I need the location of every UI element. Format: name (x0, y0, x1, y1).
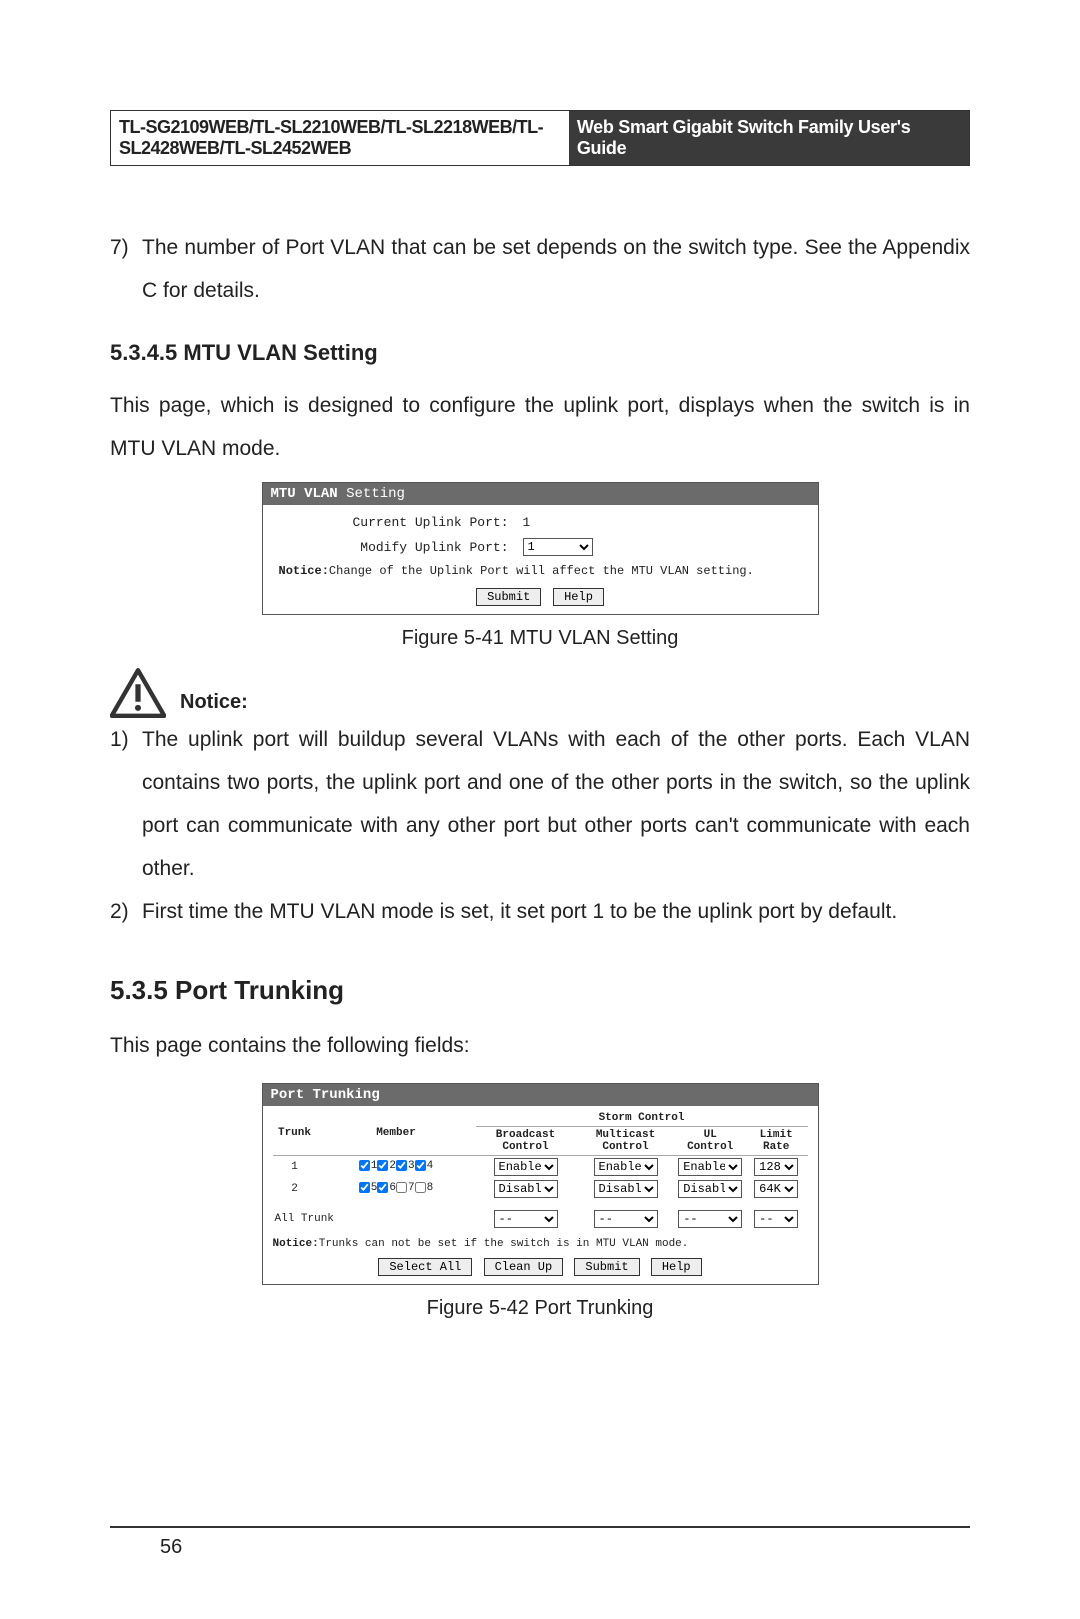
mtu-submit-button[interactable]: Submit (476, 588, 541, 606)
member-port-checkbox[interactable] (396, 1160, 407, 1171)
mtu-title-rest: Setting (338, 486, 405, 502)
trunk-id: 2 (273, 1178, 317, 1200)
mtu-vlan-widget-title: MTU VLAN Setting (263, 483, 818, 505)
trunk-inner-notice: Notice:Trunks can not be set if the swit… (273, 1238, 808, 1250)
member-port-checkbox[interactable] (396, 1182, 407, 1193)
section-heading-mtu-vlan: 5.3.4.5 MTU VLAN Setting (110, 340, 970, 366)
trunk-inner-notice-text: Trunks can not be set if the switch is i… (319, 1238, 689, 1250)
clean-up-button[interactable]: Clean Up (484, 1258, 564, 1276)
col-storm-control: Storm Control (476, 1110, 808, 1127)
header-guide-title: Web Smart Gigabit Switch Family User's G… (569, 111, 969, 165)
member-port-label: 5 (371, 1182, 378, 1194)
list-item: 1)The uplink port will buildup several V… (110, 718, 970, 890)
member-port-label: 1 (371, 1160, 378, 1172)
mtu-vlan-widget: MTU VLAN Setting Current Uplink Port: 1 … (262, 482, 819, 615)
mtu-inner-notice-bold: Notice: (279, 564, 329, 578)
broadcast-select[interactable]: Enable (494, 1158, 558, 1176)
col-trunk: Trunk (273, 1110, 317, 1156)
help-button[interactable]: Help (651, 1258, 702, 1276)
member-port-checkbox[interactable] (377, 1160, 388, 1171)
member-port-label: 7 (408, 1182, 415, 1194)
col-ul: UL Control (676, 1127, 745, 1156)
table-row: 2 5 6 7 8 Disable Disable Disable 64K (273, 1178, 808, 1200)
section-heading-port-trunking: 5.3.5 Port Trunking (110, 975, 970, 1006)
multicast-select[interactable]: Enable (594, 1158, 658, 1176)
member-cell: 1 2 3 4 (317, 1156, 476, 1179)
trunk-title-bold: Port Trunking (271, 1087, 380, 1103)
figure-caption-mtu: Figure 5-41 MTU VLAN Setting (110, 627, 970, 650)
mtu-inner-notice: Notice:Change of the Uplink Port will af… (279, 564, 802, 578)
limit-select[interactable]: 128K (754, 1158, 798, 1176)
all-trunk-ul-select[interactable]: -- (678, 1210, 742, 1228)
section-paragraph: This page contains the following fields: (110, 1024, 970, 1067)
all-trunk-label: All Trunk (273, 1200, 476, 1230)
member-port-label: 2 (389, 1160, 396, 1172)
member-port-checkbox[interactable] (359, 1182, 370, 1193)
member-port-checkbox[interactable] (415, 1182, 426, 1193)
page-number: 56 (110, 1526, 970, 1559)
page-header: TL-SG2109WEB/TL-SL2210WEB/TL-SL2218WEB/T… (110, 110, 970, 166)
warning-icon (110, 668, 166, 718)
member-port-checkbox[interactable] (377, 1182, 388, 1193)
mtu-title-bold: MTU VLAN (271, 486, 338, 502)
list-item-number: 7) (110, 226, 142, 312)
current-uplink-label: Current Uplink Port: (279, 515, 523, 530)
col-member: Member (317, 1110, 476, 1156)
member-port-label: 6 (389, 1182, 396, 1194)
list-item-number: 1) (110, 718, 142, 890)
port-trunking-widget-title: Port Trunking (263, 1084, 818, 1106)
trunk-inner-notice-bold: Notice: (273, 1238, 319, 1250)
ul-select[interactable]: Enable (678, 1158, 742, 1176)
mtu-inner-notice-text: Change of the Uplink Port will affect th… (329, 564, 754, 578)
col-broadcast: Broadcast Control (476, 1127, 576, 1156)
list-item-number: 2) (110, 890, 142, 933)
figure-caption-trunk: Figure 5-42 Port Trunking (110, 1297, 970, 1320)
table-row: 1 1 2 3 4 Enable Enable Enable 128K (273, 1156, 808, 1179)
list-item-text: The uplink port will buildup several VLA… (142, 718, 970, 890)
ul-select[interactable]: Disable (678, 1180, 742, 1198)
select-all-button[interactable]: Select All (378, 1258, 472, 1276)
member-port-label: 4 (427, 1160, 434, 1172)
modify-uplink-select[interactable]: 1 (523, 538, 593, 556)
limit-select[interactable]: 64K (754, 1180, 798, 1198)
list-item: 2)First time the MTU VLAN mode is set, i… (110, 890, 970, 933)
multicast-select[interactable]: Disable (594, 1180, 658, 1198)
col-multicast: Multicast Control (576, 1127, 676, 1156)
all-trunk-limit-select[interactable]: -- (754, 1210, 798, 1228)
mtu-help-button[interactable]: Help (553, 588, 604, 606)
member-port-label: 3 (408, 1160, 415, 1172)
list-item-text: The number of Port VLAN that can be set … (142, 226, 970, 312)
list-item-text: First time the MTU VLAN mode is set, it … (142, 890, 897, 933)
all-trunk-broadcast-select[interactable]: -- (494, 1210, 558, 1228)
col-limit: Limit Rate (745, 1127, 808, 1156)
member-port-checkbox[interactable] (359, 1160, 370, 1171)
all-trunk-multicast-select[interactable]: -- (594, 1210, 658, 1228)
current-uplink-value: 1 (523, 515, 531, 530)
modify-uplink-label: Modify Uplink Port: (279, 540, 523, 555)
header-model-list: TL-SG2109WEB/TL-SL2210WEB/TL-SL2218WEB/T… (111, 111, 569, 165)
list-item: 7) The number of Port VLAN that can be s… (110, 226, 970, 312)
trunk-id: 1 (273, 1156, 317, 1179)
notice-label: Notice: (180, 691, 248, 718)
member-port-checkbox[interactable] (415, 1160, 426, 1171)
submit-button[interactable]: Submit (574, 1258, 639, 1276)
member-port-label: 8 (427, 1182, 434, 1194)
broadcast-select[interactable]: Disable (494, 1180, 558, 1198)
member-cell: 5 6 7 8 (317, 1178, 476, 1200)
section-paragraph: This page, which is designed to configur… (110, 384, 970, 470)
port-trunking-widget: Port Trunking Trunk Member Storm Control… (262, 1083, 819, 1285)
